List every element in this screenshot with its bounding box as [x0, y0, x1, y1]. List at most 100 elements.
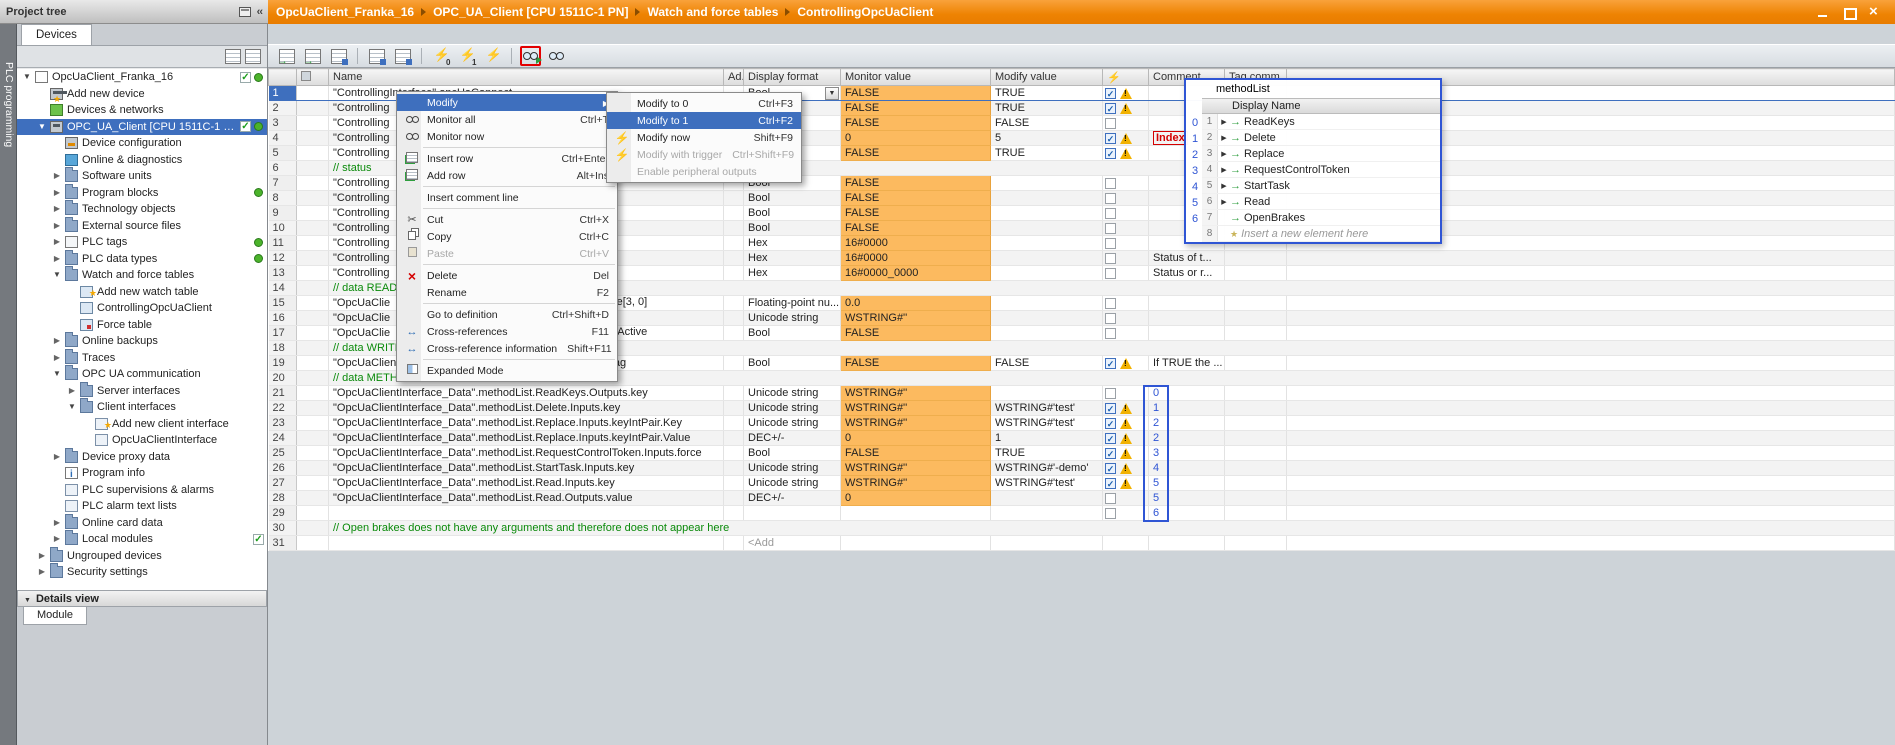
watch-row-29[interactable]: 29 [268, 505, 1895, 521]
modify-checkbox[interactable] [1105, 477, 1116, 489]
cell-modify-enable[interactable] [1102, 460, 1149, 476]
modify-checkbox[interactable] [1105, 102, 1116, 114]
cell-modify-value[interactable]: WSTRING#'test' [990, 400, 1103, 416]
modify-checkbox[interactable] [1105, 117, 1116, 129]
modify-checkbox[interactable] [1105, 462, 1116, 474]
cell-display-format[interactable]: DEC+/- [743, 490, 841, 506]
tree-item-technology-objects[interactable]: Technology objects [17, 200, 267, 218]
modify-checkbox[interactable] [1105, 507, 1116, 519]
tree-item-plc-data-types[interactable]: PLC data types [17, 249, 267, 268]
cell-modify-enable[interactable] [1102, 475, 1149, 491]
cell-modify-value[interactable] [990, 190, 1103, 206]
plc-programming-strip[interactable]: PLC programming [0, 24, 17, 745]
modify-checkbox[interactable] [1105, 267, 1116, 279]
cell-display-format[interactable]: Bool [743, 445, 841, 461]
cell-tag-comment[interactable] [1224, 475, 1287, 491]
breadcrumb-item-opc-ua-client-cpu-1511c-1-pn[interactable]: OPC_UA_Client [CPU 1511C-1 PN] [433, 5, 628, 19]
cell-display-format[interactable]: Unicode string [743, 385, 841, 401]
cell-modify-enable[interactable] [1102, 250, 1149, 266]
cell-address[interactable] [723, 310, 744, 326]
expand-arrow-icon[interactable] [51, 515, 63, 531]
cell-name[interactable]: "OpcUaClientInterface_Data".methodList.S… [328, 460, 724, 476]
cell-modify-enable[interactable] [1102, 130, 1149, 146]
tree-item-device-proxy-data[interactable]: Device proxy data [17, 447, 267, 466]
menu-item-rename[interactable]: Rename F2 [397, 284, 617, 301]
cell-modify-enable[interactable] [1102, 415, 1149, 431]
cell-display-format[interactable]: Unicode string [743, 475, 841, 491]
tree-item-watch-and-force-tables[interactable]: Watch and force tables [17, 266, 267, 284]
breadcrumb-item-opcuaclient-franka-16[interactable]: OpcUaClient_Franka_16 [276, 5, 414, 19]
cell-comment[interactable] [1148, 295, 1225, 311]
menu-item-cut[interactable]: Cut Ctrl+X [397, 211, 617, 228]
tree-item-server-interfaces[interactable]: Server interfaces [17, 381, 267, 400]
collapse-arrow-icon[interactable] [51, 267, 63, 283]
collapse-arrow-icon[interactable] [51, 366, 63, 382]
expand-arrow-icon[interactable] [1218, 134, 1230, 142]
modify-checkbox[interactable] [1105, 432, 1116, 444]
add-row-button[interactable] [302, 46, 323, 67]
cell-display-format[interactable]: Bool [743, 220, 841, 236]
cell-address[interactable] [723, 430, 744, 446]
details-view-header[interactable]: Details view [17, 590, 267, 607]
watch-row-24[interactable]: 24 "OpcUaClientInterface_Data".methodList… [268, 430, 1895, 446]
cell-display-format[interactable]: Unicode string [743, 415, 841, 431]
cell-display-format[interactable]: Bool [743, 325, 841, 341]
submenu-item-modify-to-0[interactable]: Modify to 0 Ctrl+F3 [607, 95, 801, 112]
cell-display-format[interactable]: Bool [743, 190, 841, 206]
modify-now-button[interactable] [482, 46, 503, 66]
tree-item-add-new-watch-table[interactable]: Add new watch table [17, 284, 267, 301]
modify-to-0-button[interactable]: 0 [430, 46, 451, 67]
modify-to-1-button[interactable]: 1 [456, 46, 477, 67]
methodlist-row-replace[interactable]: 3 Replace [1202, 146, 1440, 162]
modify-checkbox[interactable] [1105, 237, 1116, 249]
cell-modify-enable[interactable] [1102, 115, 1149, 131]
cell-modify-value[interactable]: 5 [990, 130, 1103, 146]
menu-item-copy[interactable]: Copy Ctrl+C [397, 228, 617, 245]
expand-arrow-icon[interactable] [36, 548, 48, 564]
cell-modify-value[interactable]: TRUE [990, 445, 1103, 461]
modify-checkbox[interactable] [1105, 177, 1116, 189]
cell-display-format[interactable]: Hex [743, 250, 841, 266]
menu-item-add-row[interactable]: Add row Alt+Ins [397, 167, 617, 184]
cell-comment[interactable] [1148, 310, 1225, 326]
cell-display-format[interactable]: Floating-point nu... [743, 295, 841, 311]
cell-modify-value[interactable]: TRUE [990, 145, 1103, 161]
tree-item-opc-ua-client-cpu-1511c-1-pn[interactable]: OPC_UA_Client [CPU 1511C-1 PN]✓ [17, 118, 267, 135]
tree-item-external-source-files[interactable]: External source files [17, 216, 267, 235]
collapse-arrow-icon[interactable] [66, 399, 78, 415]
cell-tag-comment[interactable] [1224, 535, 1287, 551]
cell-address[interactable] [723, 235, 744, 251]
tree-item-software-units[interactable]: Software units [17, 167, 267, 185]
cell-address[interactable] [723, 535, 744, 551]
tree-item-force-table[interactable]: Force table [17, 317, 267, 334]
menu-item-cross-reference-information[interactable]: Cross-reference information Shift+F11 [397, 340, 617, 357]
column-header-1[interactable] [296, 68, 329, 86]
menu-item-monitor-now[interactable]: Monitor now [397, 128, 617, 145]
menu-item-insert-row[interactable]: Insert row Ctrl+Enter [397, 150, 617, 167]
show-modify-column-button[interactable] [392, 46, 413, 66]
tree-item-traces[interactable]: Traces [17, 348, 267, 367]
cell-modify-value[interactable]: WSTRING#'test' [990, 415, 1103, 431]
cell-name[interactable]: "OpcUaClientInterface_Data".methodList.R… [328, 490, 724, 506]
cell-tag-comment[interactable] [1224, 400, 1287, 416]
tree-item-local-modules[interactable]: Local modules ✓ [17, 530, 267, 548]
methodlist-row-insert-a-new-element-here[interactable]: 8 Insert a new element here [1202, 226, 1440, 242]
collapse-arrow-icon[interactable] [21, 69, 33, 85]
cell-address[interactable] [723, 325, 744, 341]
comment-row-text[interactable]: // Open brakes does not have any argumen… [328, 520, 1895, 536]
cell-display-format[interactable]: Unicode string [743, 310, 841, 326]
cell-address[interactable] [723, 445, 744, 461]
tree-item-plc-alarm-text-lists[interactable]: PLC alarm text lists [17, 498, 267, 515]
column-header-name[interactable]: Name [328, 68, 724, 86]
modify-checkbox[interactable] [1105, 87, 1116, 99]
methodlist-row-readkeys[interactable]: 1 ReadKeys [1202, 114, 1440, 130]
modify-checkbox[interactable] [1105, 357, 1116, 369]
cell-modify-enable[interactable] [1102, 85, 1149, 101]
column-header-modify-value[interactable]: Modify value [990, 68, 1103, 86]
cell-name[interactable]: "OpcUaClientInterface_Data".methodList.R… [328, 415, 724, 431]
cell-tag-comment[interactable] [1224, 415, 1287, 431]
cell-modify-enable[interactable] [1102, 190, 1149, 206]
cell-address[interactable] [723, 265, 744, 281]
modify-checkbox[interactable] [1105, 387, 1116, 399]
cell-modify-value[interactable] [990, 310, 1103, 326]
